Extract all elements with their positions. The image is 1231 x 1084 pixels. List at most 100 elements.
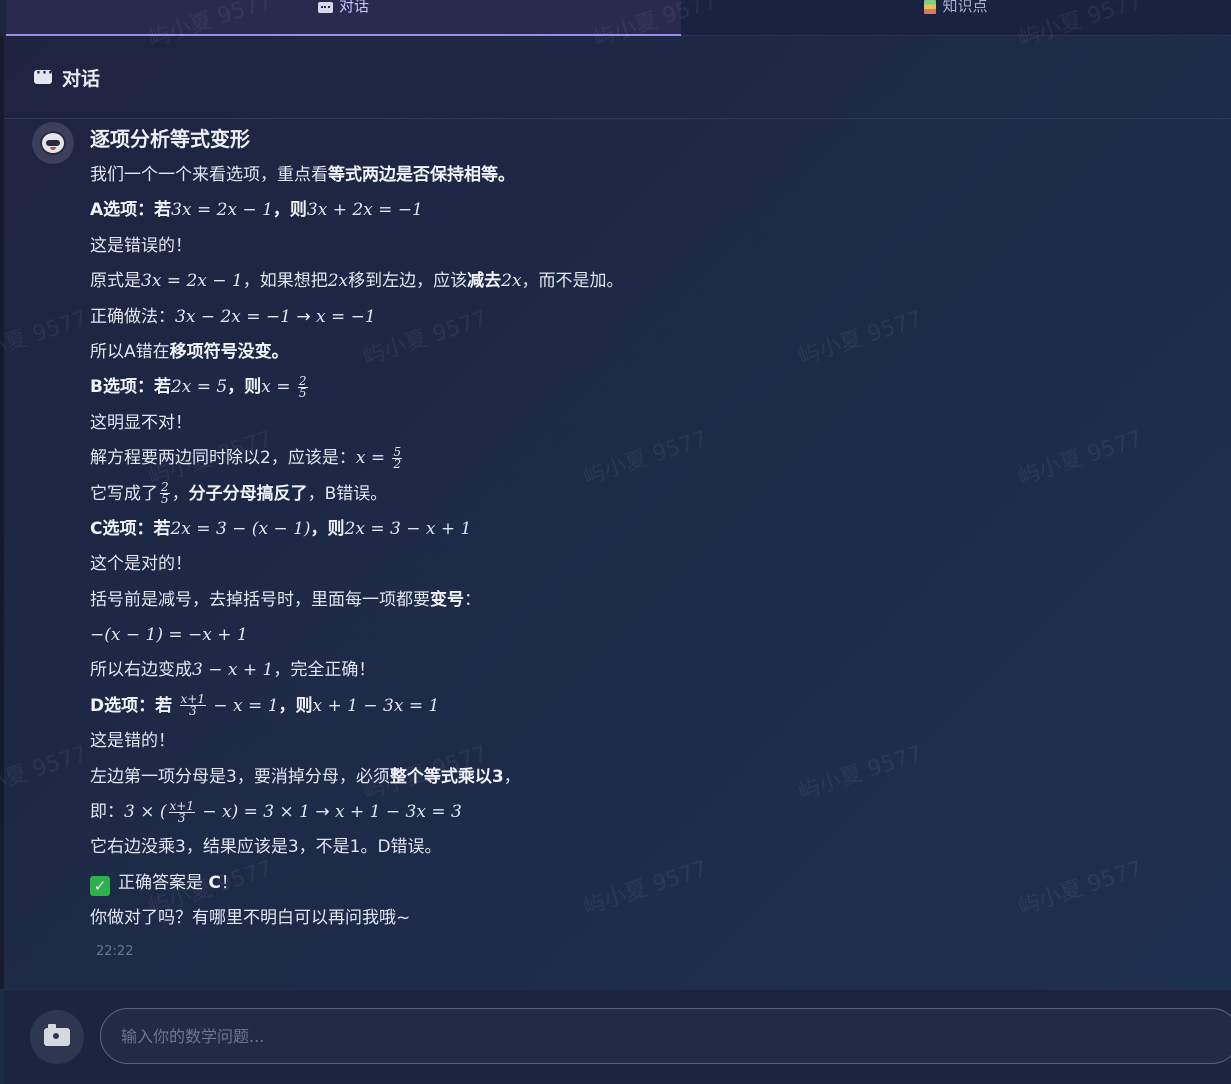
text: 所以A错在	[90, 341, 170, 362]
message-title: 逐项分析等式变形	[90, 127, 250, 151]
left-border	[0, 36, 4, 989]
emphasis: 移项符号没变。	[169, 341, 289, 362]
text: ，则	[278, 695, 313, 716]
denominator: 2	[393, 456, 402, 471]
option-d-explanation: 左边第一项分母是3，要消掉分母，必须整个等式乘以3，	[90, 760, 990, 795]
emphasis: 变号	[430, 589, 464, 610]
text: 我们一个一个来看选项，重点看	[90, 165, 328, 185]
text: 移到左边，应该	[348, 271, 468, 292]
text: 括号前是减号，去掉括号时，里面每一项都要	[90, 589, 430, 610]
option-d-verdict: 这是错的！	[90, 731, 175, 752]
assistant-message: 逐项分析等式变形 我们一个一个来看选项，重点看等式两边是否保持相等。 A选项：若…	[90, 124, 990, 937]
option-c-verdict: 这个是对的！	[90, 554, 192, 575]
text: C选项：若	[90, 518, 171, 539]
option-b-question: B选项：若2x = 5，则x = 25	[90, 370, 990, 405]
option-a-summary: 所以A错在移项符号没变。	[90, 335, 990, 370]
watermark: 屿小夏 9577	[1015, 426, 1146, 491]
option-b-explanation: 解方程要两边同时除以2，应该是：x = 52	[90, 441, 990, 476]
camera-icon	[44, 1024, 70, 1046]
text: ，	[503, 766, 521, 787]
fraction: x+1 3	[179, 693, 206, 717]
page-title: 对话	[62, 67, 101, 90]
option-a-correct-method: 正确做法：3x − 2x = −1 → x = −1	[90, 300, 990, 335]
formula: x =	[261, 377, 291, 398]
emphasis: 减去	[467, 271, 502, 292]
formula: 3 − x + 1	[192, 660, 274, 681]
option-a-explanation: 原式是3x = 2x − 1，如果想把2x移到左边，应该减去2x，而不是加。	[90, 264, 990, 299]
message-timestamp: 22:22	[96, 944, 134, 959]
text: ，如果想把	[242, 271, 328, 292]
option-b-verdict: 这明显不对！	[90, 412, 192, 433]
text: ，B错误。	[307, 483, 388, 504]
text: 它写成了	[90, 483, 158, 504]
denominator: 5	[161, 492, 169, 507]
chat-header: 对话	[4, 36, 1231, 119]
formula: x =	[355, 448, 386, 469]
books-icon	[924, 0, 937, 14]
chat-bubble-icon	[317, 2, 333, 13]
answer-line: ✓ 正确答案是 C！	[90, 866, 990, 901]
robot-face-icon	[40, 131, 66, 155]
watermark: 屿小夏 9577	[0, 306, 91, 371]
arrow: →	[315, 802, 330, 823]
text: B选项：若	[90, 377, 171, 398]
chat-bubble-icon	[34, 66, 54, 84]
text: A选项：若	[90, 200, 172, 221]
option-c-explanation: 括号前是减号，去掉括号时，里面每一项都要变号：	[90, 583, 990, 618]
text: ，	[171, 483, 189, 504]
camera-button[interactable]	[30, 1010, 84, 1064]
assistant-avatar	[32, 122, 74, 164]
watermark: 屿小夏 9577	[1015, 856, 1146, 921]
option-a-verdict: 这是错误的！	[90, 235, 192, 256]
fraction: 25	[297, 375, 308, 400]
option-b-summary: 它写成了 2 5 ，分子分母搞反了，B错误。	[90, 477, 990, 512]
option-d-calculation: 即：3 × (x+1 3 − x) = 3 × 1 → x + 1 − 3x = …	[90, 795, 990, 830]
option-c-summary: 所以右边变成3 − x + 1，完全正确！	[90, 653, 990, 688]
emphasis: 分子分母搞反了	[188, 483, 308, 504]
formula: 2x = 3 − x + 1	[344, 518, 472, 539]
formula: 2x	[501, 271, 522, 292]
text: D选项：若	[90, 695, 173, 716]
option-c-question: C选项：若2x = 3 − (x − 1)，则2x = 3 − x + 1	[90, 512, 990, 547]
message-line: 我们一个一个来看选项，重点看等式两边是否保持相等。	[90, 158, 990, 193]
check-mark-icon: ✓	[90, 875, 110, 896]
text: ，则	[272, 200, 307, 221]
fraction: 25	[160, 481, 170, 507]
text: ，则	[227, 377, 262, 398]
emphasis: 整个等式乘以3	[389, 766, 504, 787]
text: ：	[464, 589, 481, 610]
tab-knowledge-label: 知识点	[942, 0, 988, 15]
text: 原式是	[90, 271, 141, 292]
formula: 3x = 2x − 1	[171, 200, 273, 221]
tab-knowledge-points[interactable]: 知识点	[681, 0, 1231, 36]
text: ，完全正确！	[273, 660, 376, 681]
text: 解方程要两边同时除以2，应该是：	[90, 448, 356, 469]
closing-line: 你做对了吗？有哪里不明白可以再问我哦~	[90, 908, 411, 929]
tab-bar: 对话 知识点	[0, 0, 1231, 36]
formula: − x) = 3 × 1	[202, 802, 310, 823]
formula: x + 1 − 3x = 1	[312, 695, 440, 716]
fraction: x+1 3	[168, 800, 195, 824]
text: ，则	[310, 518, 345, 539]
question-input[interactable]	[100, 1008, 1231, 1064]
denominator: 5	[298, 385, 307, 400]
text: ！	[220, 872, 238, 893]
emphasis: 等式两边是否保持相等。	[328, 165, 515, 185]
arrow: →	[296, 306, 311, 327]
watermark: 屿小夏 9577	[0, 741, 91, 806]
text: 左边第一项分母是3，要消掉分母，必须	[90, 766, 390, 787]
fraction: 52	[392, 446, 403, 471]
formula: 2x = 3 − (x − 1)	[170, 518, 311, 539]
text: 正确做法：	[90, 306, 175, 327]
text: 所以右边变成	[90, 660, 192, 681]
tab-chat-label: 对话	[338, 0, 369, 15]
formula: x = −1	[316, 306, 376, 327]
option-d-question: D选项：若 x+1 3 − x = 1，则x + 1 − 3x = 1	[90, 689, 990, 724]
option-c-formula: −(x − 1) = −x + 1	[90, 625, 248, 646]
tab-chat[interactable]: 对话	[6, 0, 681, 36]
formula: x + 1 − 3x = 3	[335, 802, 462, 823]
formula: 3x = 2x − 1	[141, 271, 243, 292]
option-d-summary: 它右边没乘3，结果应该是3，不是1。D错误。	[90, 837, 442, 858]
option-a-question: A选项：若3x = 2x − 1，则3x + 2x = −1	[90, 193, 990, 228]
formula: 3 × (	[124, 802, 167, 823]
